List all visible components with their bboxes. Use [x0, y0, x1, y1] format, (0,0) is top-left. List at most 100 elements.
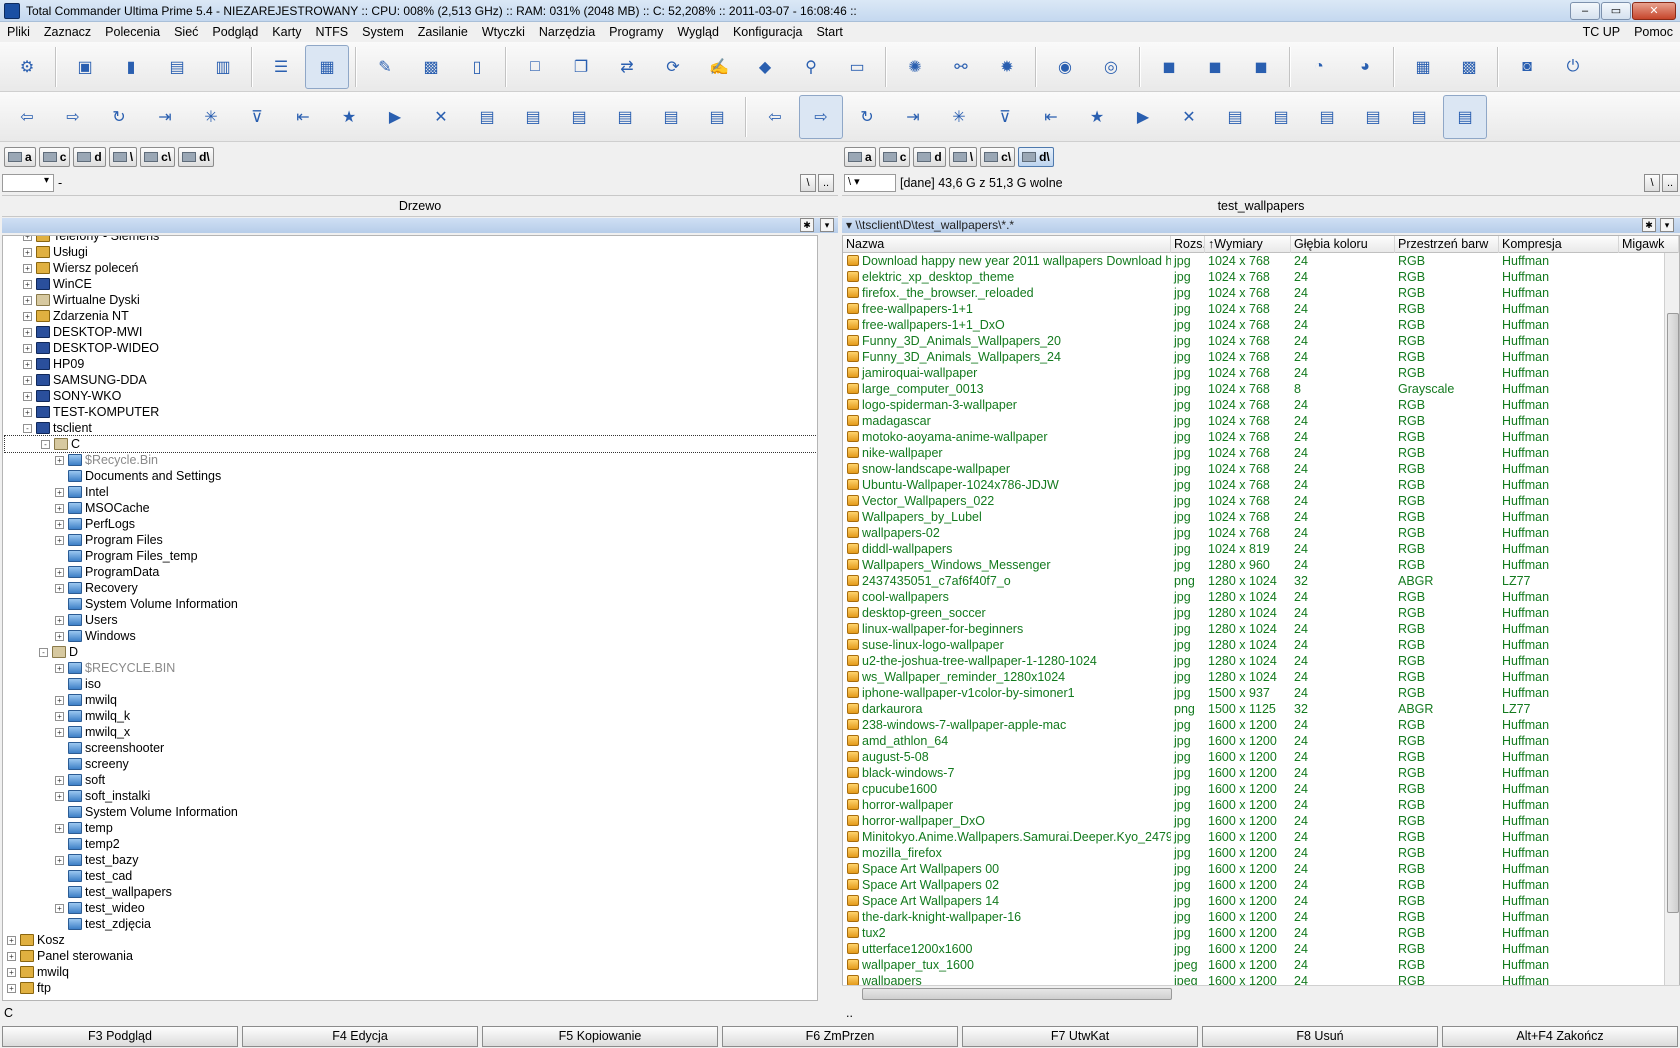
- expand-toggle-icon[interactable]: +: [23, 311, 32, 321]
- file-row[interactable]: wallpaper_tux_1600 jpeg 1600 x 1200 24 RGB Hu…: [843, 957, 1679, 973]
- search-icon[interactable]: ⚲: [789, 45, 833, 89]
- copy-icon[interactable]: ❐: [559, 45, 603, 89]
- menu-item-wtyczki[interactable]: Wtyczki: [475, 25, 532, 39]
- expand-toggle-icon[interactable]: +: [55, 695, 64, 705]
- expand-toggle-icon[interactable]: +: [55, 823, 64, 833]
- tree-node[interactable]: + DESKTOP-MWI: [3, 324, 142, 340]
- folder-open-icon[interactable]: ▭: [835, 45, 879, 89]
- tree-node[interactable]: + SONY-WKO: [3, 388, 121, 404]
- tree-node[interactable]: -D: [3, 644, 78, 660]
- right-drive-button-5[interactable]: c\: [980, 147, 1016, 167]
- link-icon[interactable]: ⚯: [939, 45, 983, 89]
- expand-toggle-icon[interactable]: +: [55, 903, 64, 913]
- tree-node[interactable]: + Usługi: [3, 244, 88, 260]
- file-row[interactable]: Vector_Wallpapers_022 jpg 1024 x 768 24 RGB H…: [843, 493, 1679, 509]
- files-vertical-scrollbar[interactable]: [1664, 253, 1679, 1000]
- files-scroll-thumb[interactable]: [1667, 313, 1679, 913]
- file-row[interactable]: madagascar jpg 1024 x 768 24 RGB Huffman: [843, 413, 1679, 429]
- directory-tree[interactable]: + Telefony - Siemens + Usługi + Wiersz polece…: [2, 235, 818, 1001]
- column-header-rozs[interactable]: Rozs.: [1171, 236, 1205, 253]
- expand-toggle-icon[interactable]: +: [23, 279, 32, 289]
- file-row[interactable]: motoko-aoyama-anime-wallpaper jpg 1024 x 7…: [843, 429, 1679, 445]
- left-drive-button-6[interactable]: d\: [178, 147, 214, 167]
- tree-node[interactable]: + Wirtualne Dyski: [3, 292, 140, 308]
- tree-node[interactable]: + Recovery: [3, 580, 138, 596]
- tree-node[interactable]: test_zdjęcia: [3, 916, 151, 932]
- left-drive-button-3[interactable]: d: [73, 147, 106, 167]
- tree-node[interactable]: + temp: [3, 820, 113, 836]
- tree-node[interactable]: + soft: [3, 772, 105, 788]
- tree-node[interactable]: + ProgramData: [3, 564, 159, 580]
- menu-item-sie[interactable]: Sieć: [167, 25, 205, 39]
- file-row[interactable]: Funny_3D_Animals_Wallpapers_24 jpg 1024 x …: [843, 349, 1679, 365]
- right-root-button[interactable]: \: [1644, 174, 1660, 192]
- network-icon[interactable]: ▣: [63, 45, 107, 89]
- fkey-f4-edycja[interactable]: F4 Edycja: [242, 1026, 478, 1047]
- expand-toggle-icon[interactable]: +: [55, 855, 64, 865]
- left-drive-button-1[interactable]: a: [4, 147, 36, 167]
- right-folder-c-icon[interactable]: ▤: [1305, 95, 1349, 139]
- file-row[interactable]: snow-landscape-wallpaper jpg 1024 x 768 24 R…: [843, 461, 1679, 477]
- right-drive-combo[interactable]: \ ▾: [844, 174, 896, 192]
- menu-item-zaznacz[interactable]: Zaznacz: [37, 25, 98, 39]
- right-star-icon[interactable]: ✱: [1642, 218, 1656, 232]
- tree-node[interactable]: + Windows: [3, 628, 136, 644]
- expand-toggle-icon[interactable]: +: [23, 391, 32, 401]
- expand-toggle-icon[interactable]: +: [23, 407, 32, 417]
- file-row[interactable]: nike-wallpaper jpg 1024 x 768 24 RGB Huffman: [843, 445, 1679, 461]
- tree-node[interactable]: + mwilq: [3, 692, 117, 708]
- expand-toggle-icon[interactable]: +: [7, 935, 16, 945]
- column-header-wymiary[interactable]: ↑Wymiary: [1205, 236, 1291, 253]
- tree-node[interactable]: System Volume Information: [3, 804, 238, 820]
- tree-node[interactable]: + TEST-KOMPUTER: [3, 404, 159, 420]
- pie-icon[interactable]: ◔: [1297, 45, 1341, 89]
- forward-icon[interactable]: ⇨: [51, 95, 95, 139]
- tree-node[interactable]: temp2: [3, 836, 120, 852]
- tree-node[interactable]: + Kosz: [3, 932, 65, 948]
- file-row[interactable]: elektric_xp_desktop_theme jpg 1024 x 768 24…: [843, 269, 1679, 285]
- expand-toggle-icon[interactable]: +: [7, 951, 16, 961]
- fkey-alt-f4-zako-cz[interactable]: Alt+F4 Zakończ: [1442, 1026, 1678, 1047]
- tree-node[interactable]: + Intel: [3, 484, 109, 500]
- expand-toggle-icon[interactable]: +: [23, 327, 32, 337]
- file-list-panel[interactable]: Nazwa Rozs. ↑Wymiary Głębia koloru Przestrze…: [842, 235, 1680, 1001]
- file-row[interactable]: Wallpapers_by_Lubel jpg 1024 x 768 24 RGB Huf…: [843, 509, 1679, 525]
- folder-f-icon[interactable]: ▤: [695, 95, 739, 139]
- file-row[interactable]: ws_Wallpaper_reminder_1280x1024 jpg 1280 x…: [843, 669, 1679, 685]
- expand-toggle-icon[interactable]: +: [55, 455, 64, 465]
- tree-node[interactable]: + WinCE: [3, 276, 92, 292]
- tree-node[interactable]: + ftp: [3, 980, 51, 996]
- file-row[interactable]: mozilla_firefox jpg 1600 x 1200 24 RGB Huffma…: [843, 845, 1679, 861]
- file-row[interactable]: Download happy new year 2011 wallpapers …: [843, 253, 1679, 269]
- favorite-star-icon[interactable]: ★: [327, 95, 371, 139]
- fkey-f5-kopiowanie[interactable]: F5 Kopiowanie: [482, 1026, 718, 1047]
- right-path-filter[interactable]: ▾ \\tsclient\D\test_wallpapers\*.*: [846, 218, 1014, 232]
- expand-toggle-icon[interactable]: +: [23, 375, 32, 385]
- expand-toggle-icon[interactable]: +: [23, 295, 32, 305]
- tree-node[interactable]: + $RECYCLE.BIN: [3, 660, 175, 676]
- column-header-kompresja[interactable]: Kompresja: [1499, 236, 1619, 253]
- tree-node[interactable]: + PerfLogs: [3, 516, 135, 532]
- left-drive-button-2[interactable]: c: [38, 147, 71, 167]
- column-header-przestrze-barw[interactable]: Przestrzeń barw: [1395, 236, 1499, 253]
- settings-icon[interactable]: ✹: [985, 45, 1029, 89]
- file-row[interactable]: diddl-wallpapers jpg 1024 x 819 24 RGB Huffma…: [843, 541, 1679, 557]
- right-folder-f-icon[interactable]: ▤: [1443, 94, 1487, 139]
- tree-node[interactable]: + test_wideo: [3, 900, 145, 916]
- menu-item-tc-up[interactable]: TC UP: [1576, 25, 1628, 39]
- tree-node[interactable]: iso: [3, 676, 101, 692]
- expand-toggle-icon[interactable]: +: [55, 615, 64, 625]
- right-back-icon[interactable]: ⇦: [753, 95, 797, 139]
- close-x-icon[interactable]: ✕: [419, 95, 463, 139]
- menu-item-polecenia[interactable]: Polecenia: [98, 25, 167, 39]
- expand-toggle-icon[interactable]: +: [55, 583, 64, 593]
- column-header-nazwa[interactable]: Nazwa: [843, 236, 1171, 253]
- file-row[interactable]: darkaurora png 1500 x 1125 32 ABGR LZ77: [843, 701, 1679, 717]
- maximize-button[interactable]: ▭: [1601, 1, 1631, 20]
- expand-toggle-icon[interactable]: +: [55, 519, 64, 529]
- file-row[interactable]: the-dark-knight-wallpaper-16 jpg 1600 x 12…: [843, 909, 1679, 925]
- expand-toggle-icon[interactable]: +: [55, 727, 64, 737]
- menu-item-pomoc[interactable]: Pomoc: [1627, 25, 1680, 39]
- tree-node[interactable]: + mwilq: [3, 964, 69, 980]
- expand-toggle-icon[interactable]: +: [23, 247, 32, 257]
